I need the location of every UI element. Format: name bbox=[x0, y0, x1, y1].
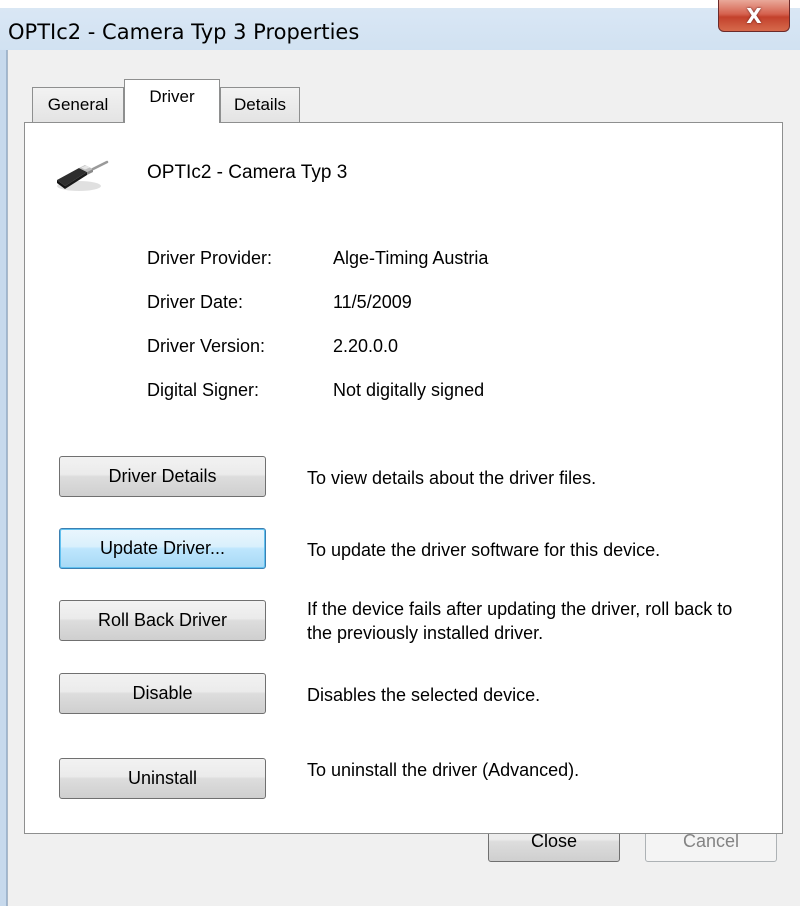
driver-provider-value: Alge-Timing Austria bbox=[333, 248, 489, 268]
close-icon: X bbox=[746, 3, 762, 28]
properties-window: OPTIc2 - Camera Typ 3 Properties X Gener… bbox=[0, 0, 800, 906]
tab-general[interactable]: General bbox=[32, 87, 124, 123]
disable-description: Disables the selected device. bbox=[307, 685, 541, 705]
roll-back-driver-button[interactable]: Roll Back Driver bbox=[59, 600, 266, 641]
driver-date-label: Driver Date: bbox=[147, 292, 244, 312]
update-driver-button[interactable]: Update Driver... bbox=[59, 528, 266, 569]
tab-details-label: Details bbox=[234, 95, 286, 114]
window-title: OPTIc2 - Camera Typ 3 Properties bbox=[8, 20, 360, 44]
driver-date-value: 11/5/2009 bbox=[333, 292, 412, 312]
roll-back-driver-description: If the device fails after updating the d… bbox=[307, 599, 733, 643]
driver-details-description: To view details about the driver files. bbox=[307, 468, 597, 488]
update-driver-description: To update the driver software for this d… bbox=[307, 540, 661, 560]
tab-driver-label: Driver bbox=[149, 87, 195, 106]
tab-details[interactable]: Details bbox=[220, 87, 300, 123]
uninstall-description: To uninstall the driver (Advanced). bbox=[307, 760, 580, 780]
driver-version-label: Driver Version: bbox=[147, 336, 266, 356]
driver-provider-label: Driver Provider: bbox=[147, 248, 273, 268]
title-bar-top-edge bbox=[0, 0, 800, 8]
driver-version-value: 2.20.0.0 bbox=[333, 336, 399, 356]
digital-signer-value: Not digitally signed bbox=[333, 380, 485, 400]
window-left-frame bbox=[0, 50, 7, 906]
driver-tab-page: OPTIc2 - Camera Typ 3 Driver Provider: A… bbox=[24, 122, 783, 834]
device-name: OPTIc2 - Camera Typ 3 bbox=[147, 162, 348, 183]
window-close-button[interactable]: X bbox=[718, 0, 790, 32]
dialog-client-area: General Driver Details OPTIc2 - Camera T… bbox=[7, 50, 800, 906]
usb-connector-icon bbox=[57, 160, 109, 191]
digital-signer-label: Digital Signer: bbox=[147, 380, 260, 400]
tab-general-label: General bbox=[47, 95, 109, 114]
uninstall-button[interactable]: Uninstall bbox=[59, 758, 266, 799]
driver-details-button[interactable]: Driver Details bbox=[59, 456, 266, 497]
disable-button[interactable]: Disable bbox=[59, 673, 266, 714]
tab-driver[interactable]: Driver bbox=[124, 79, 220, 123]
